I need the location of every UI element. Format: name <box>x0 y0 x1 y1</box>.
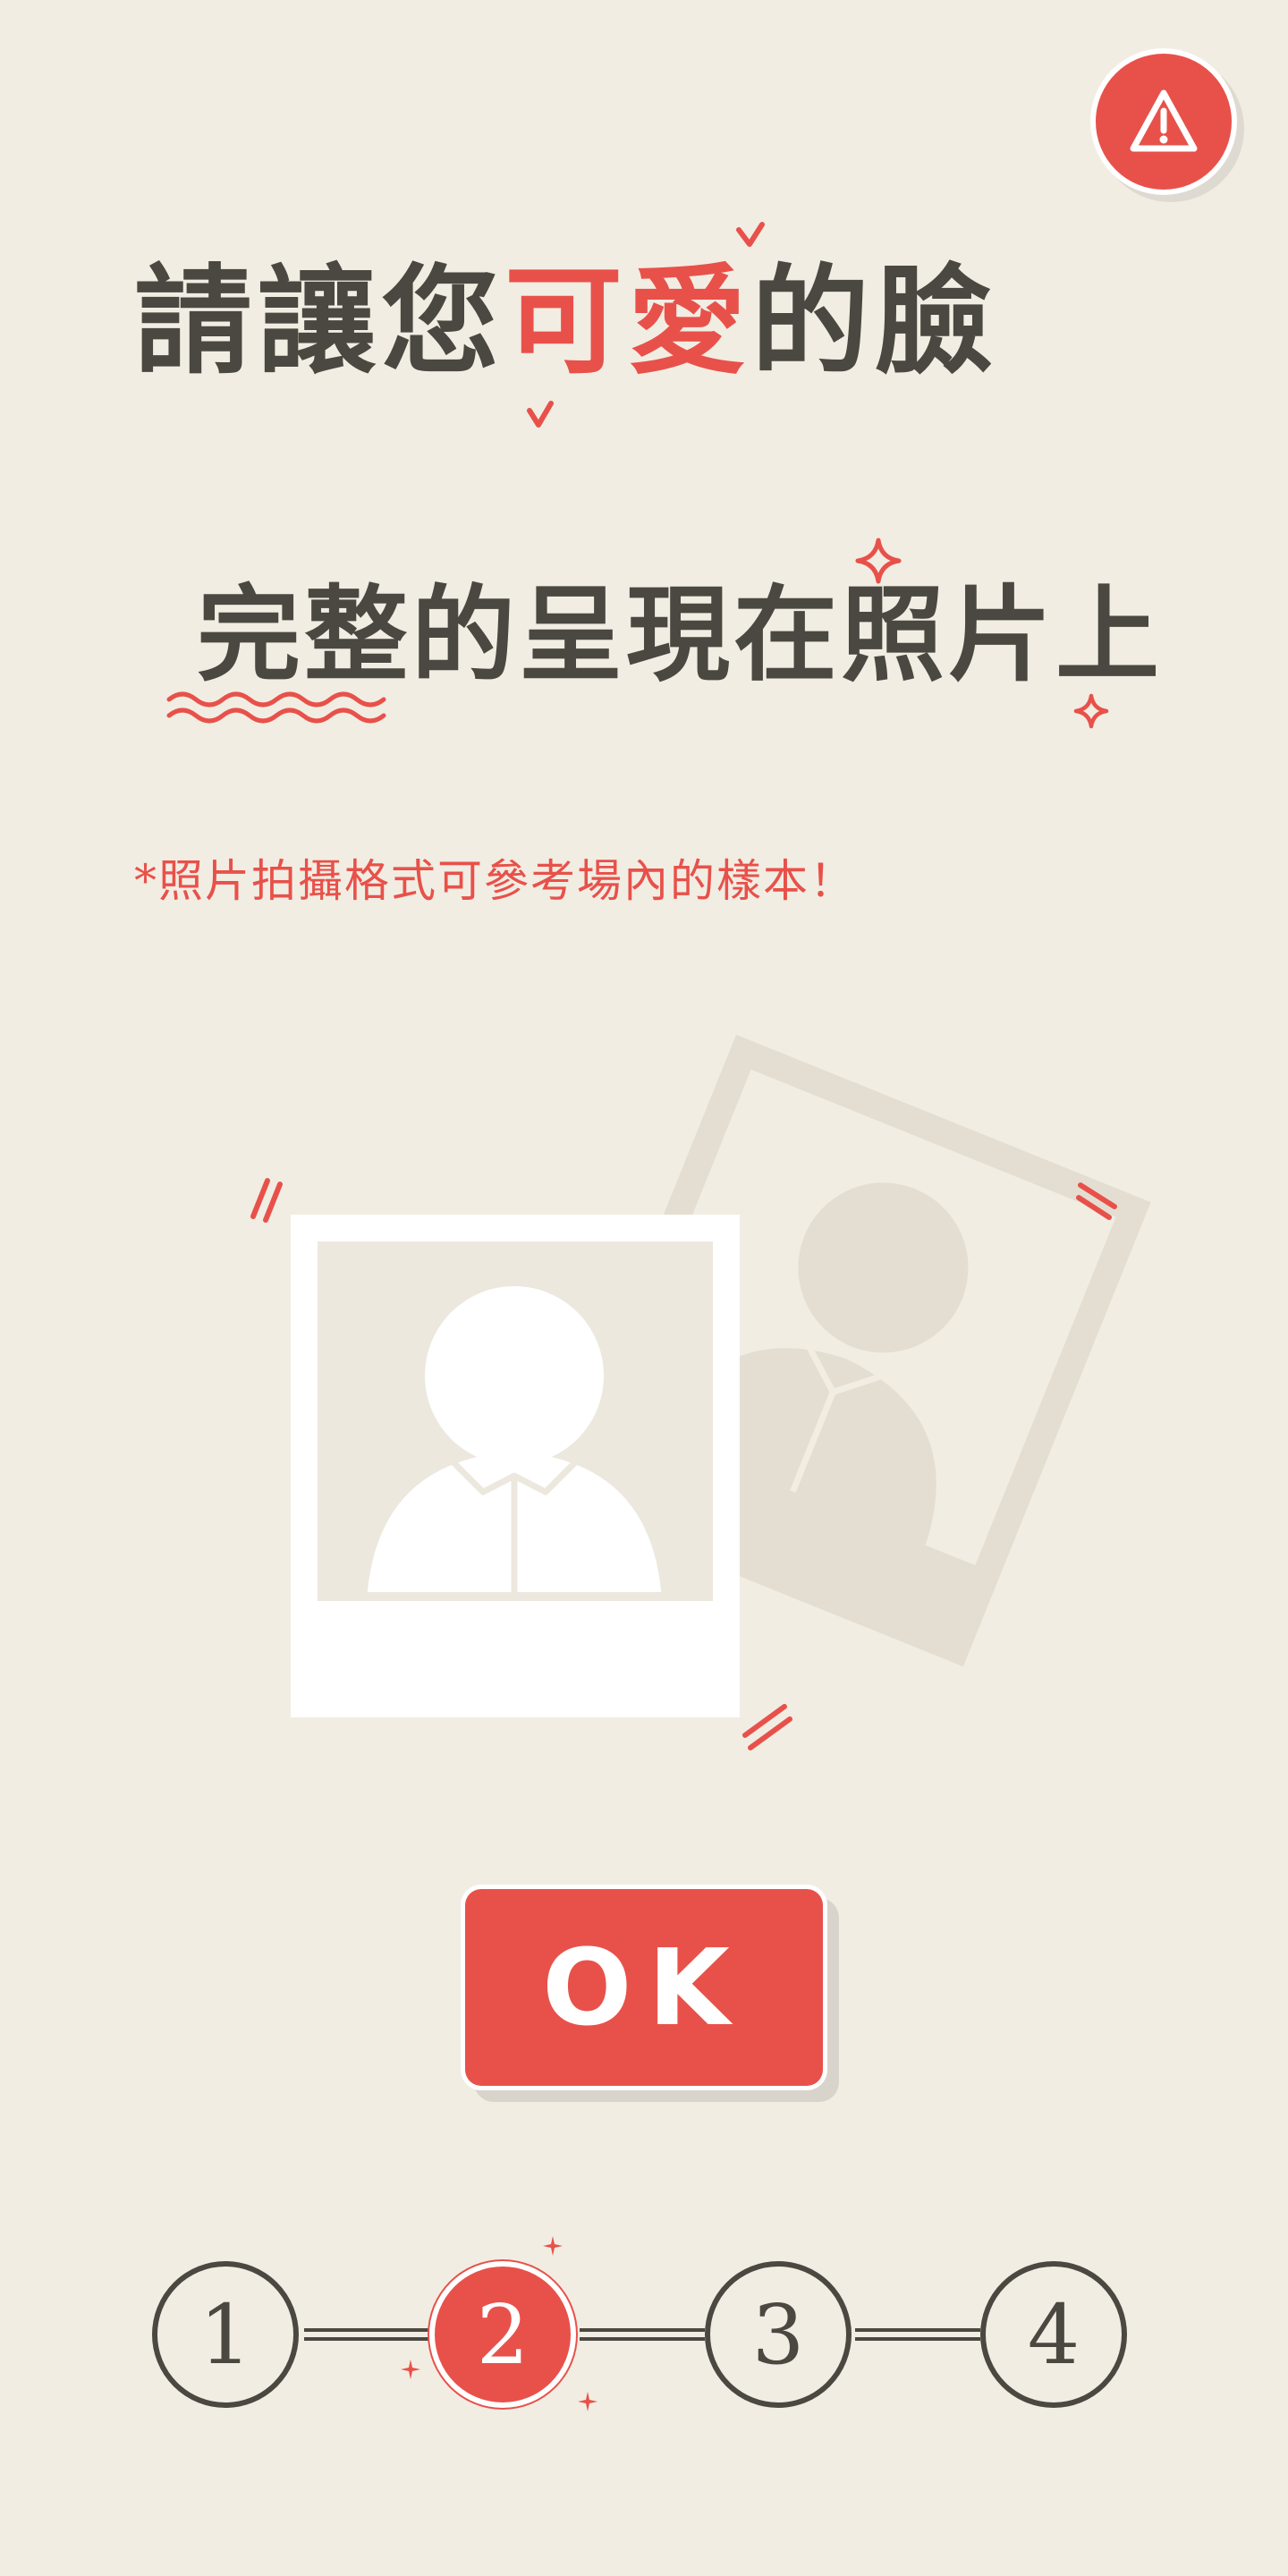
headline-line-1: 請讓您可愛的臉 <box>134 255 998 389</box>
headline-text-before: 請讓您 <box>134 252 504 391</box>
sparkle-icon <box>1073 693 1109 729</box>
photo-format-note: *照片拍攝格式可參考場內的樣本！ <box>134 855 856 907</box>
step-connector <box>304 2328 429 2341</box>
step-2-active[interactable]: 2 <box>429 2261 576 2408</box>
step-1[interactable]: 1 <box>152 2261 299 2408</box>
warning-button[interactable] <box>1096 54 1232 190</box>
sparkle-icon <box>578 2392 597 2411</box>
step-connector <box>580 2328 705 2341</box>
headline-highlight: 可愛 <box>504 252 751 391</box>
sparkle-icon <box>543 2236 563 2256</box>
headline-text-after: 的臉 <box>751 252 998 391</box>
heart-check-decoration <box>736 222 765 247</box>
squiggle-underline <box>166 691 386 724</box>
accent-strokes <box>742 1704 792 1750</box>
accent-strokes <box>1076 1182 1117 1220</box>
ok-button[interactable]: OK <box>465 1889 823 2086</box>
step-4[interactable]: 4 <box>980 2261 1127 2408</box>
headline-line-2: 完整的呈現在照片上 <box>197 574 1163 696</box>
accent-strokes <box>250 1178 283 1223</box>
step-3[interactable]: 3 <box>705 2261 852 2408</box>
sparkle-icon <box>401 2360 420 2379</box>
person-silhouette-icon <box>367 1286 664 1601</box>
sparkle-icon <box>855 538 902 584</box>
check-decoration <box>527 401 554 428</box>
sample-photo-front <box>291 1215 740 1717</box>
warning-triangle-icon <box>1130 89 1198 152</box>
step-connector <box>855 2328 980 2341</box>
